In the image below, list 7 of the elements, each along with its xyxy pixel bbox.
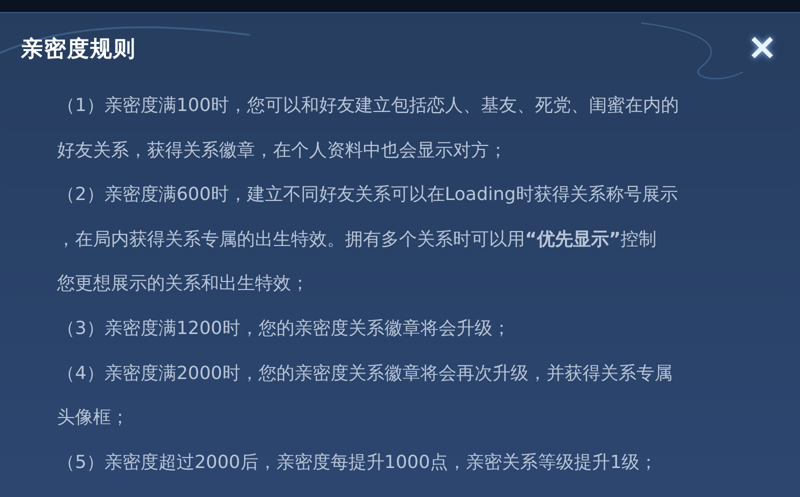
rule-paragraph: （3）亲密度满1200时，您的亲密度关系徽章将会升级； <box>57 316 512 341</box>
rule-paragraph: （4）亲密度满2000时，您的亲密度关系徽章将会再次升级，并获得关系专属 头像框； <box>57 362 674 430</box>
rule-paragraph: （5）亲密度超过2000后，亲密度每提升1000点，亲密关系等级提升1级； <box>57 450 659 475</box>
dialog-title: 亲密度规则 <box>21 36 136 64</box>
rule-paragraph: （1）亲密度满100时，您可以和好友建立包括恋人、基友、死党、闺蜜在内的 好友关系，获得关系徽章，在个人资料中也会显示对方； <box>57 94 680 163</box>
rule-paragraph: （2）亲密度满600时，建立不同好友关系可以在Loading时获得关系称号展示 ，在局内获得关系专属的出生特效。拥有多个关系时可以用“优先显示”控制 您更想展示的关系和出生特效； <box>57 183 679 296</box>
close-button[interactable]: ✕ <box>744 32 780 66</box>
